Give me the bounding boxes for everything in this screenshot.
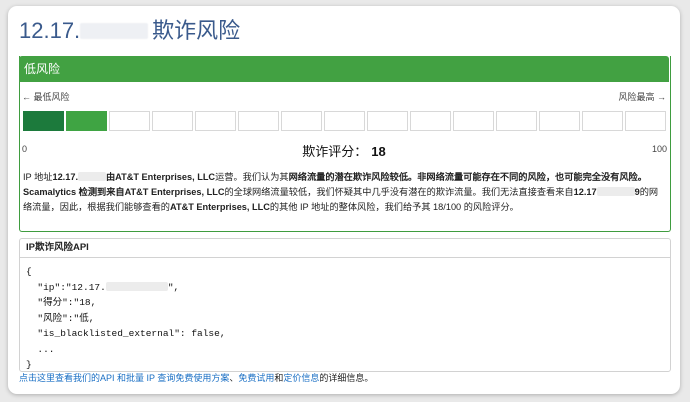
scale-left-label: ← 最低风险 bbox=[22, 92, 70, 102]
title-ip-prefix: 12.17. bbox=[19, 18, 81, 43]
redacted-ip-mask bbox=[596, 187, 635, 196]
redacted-ip-mask bbox=[105, 281, 168, 291]
risk-meter-segment bbox=[582, 111, 623, 131]
risk-meter-segment bbox=[324, 111, 365, 131]
desc-text: 的其他 IP 地址的整体风险，我们给予其 18/100 的风险评分。 bbox=[269, 202, 519, 212]
desc-text: 运营。我们认为其 bbox=[215, 172, 289, 182]
desc-text: 的全球网络流量较低，我们怀疑其中几乎没有潜在的欺诈流量。我们无法直接查看来自 bbox=[224, 187, 574, 197]
risk-meter-segment bbox=[453, 111, 494, 131]
code-line: } bbox=[26, 359, 32, 370]
fraud-score-value: 18 bbox=[371, 144, 386, 159]
risk-meter-segment bbox=[238, 111, 279, 131]
code-line: { bbox=[26, 266, 32, 277]
api-json-sample: { "ip":"12.17. ", "得分":"18, "风险":"低, "is_… bbox=[26, 264, 656, 373]
page-title: 12.17. 欺诈风险 bbox=[19, 16, 240, 46]
risk-level-header: 低风险 bbox=[19, 56, 669, 82]
fraud-score-label: 欺诈评分： bbox=[302, 144, 368, 159]
api-plans-link[interactable]: 点击这里查看我们的API 和批量 IP 查询免费使用方案 bbox=[19, 373, 229, 383]
redacted-ip-mask bbox=[80, 23, 149, 39]
code-line: ", bbox=[167, 281, 180, 293]
risk-description: IP 地址12.17. 由AT&T Enterprises, LLC运营。我们认为… bbox=[23, 170, 663, 215]
risk-scale-labels: ← 最低风险 风险最高 → bbox=[22, 90, 666, 104]
risk-meter-segment bbox=[539, 111, 580, 131]
risk-meter-segment bbox=[281, 111, 322, 131]
api-heading: IP欺诈风险API bbox=[20, 239, 670, 258]
desc-bold: 网络流量的潜在欺诈风险较低。非网络流量可能存在不同的风险，也可能完全没有风险。 bbox=[288, 172, 647, 182]
footer-text: 的详细信息。 bbox=[319, 373, 374, 383]
risk-meter-segment bbox=[367, 111, 408, 131]
risk-meter-segment bbox=[410, 111, 451, 131]
risk-card: 12.17. 欺诈风险 低风险 ← 最低风险 风险最高 → 0 100 欺诈评分：… bbox=[8, 6, 680, 394]
desc-isp: AT&T Enterprises, LLC bbox=[170, 202, 270, 212]
redacted-ip-mask bbox=[78, 172, 106, 181]
api-box: IP欺诈风险API { "ip":"12.17. ", "得分":"18, "风险… bbox=[19, 238, 671, 372]
code-line: "ip":"12.17. bbox=[26, 281, 106, 293]
risk-meter-segment bbox=[195, 111, 236, 131]
desc-isp: 由AT&T Enterprises, LLC bbox=[106, 172, 216, 182]
pricing-link[interactable]: 定价信息 bbox=[283, 373, 319, 383]
desc-ip: 12.17 bbox=[573, 187, 597, 197]
desc-bold: Scamalytics 检测到来自AT&T Enterprises, LLC bbox=[23, 187, 225, 197]
risk-meter-segment bbox=[66, 111, 107, 131]
risk-meter-segment bbox=[152, 111, 193, 131]
code-line: ... bbox=[26, 343, 55, 355]
risk-meter-segment bbox=[496, 111, 537, 131]
free-trial-link[interactable]: 免费试用 bbox=[238, 373, 274, 383]
risk-meter-segment bbox=[109, 111, 150, 131]
title-suffix: 欺诈风险 bbox=[152, 18, 241, 43]
risk-meter-segment bbox=[23, 111, 64, 131]
scale-right-label: 风险最高 → bbox=[618, 92, 666, 102]
code-line: "is_blacklisted_external": false, bbox=[26, 328, 226, 339]
desc-ip: 12.17. bbox=[52, 172, 78, 182]
risk-meter bbox=[23, 111, 666, 131]
api-info-footer: 点击这里查看我们的API 和批量 IP 查询免费使用方案、免费试用和定价信息的详… bbox=[19, 371, 669, 385]
desc-text: IP 地址 bbox=[23, 172, 53, 182]
code-line: "得分":"18, bbox=[26, 297, 97, 308]
risk-meter-segment bbox=[625, 111, 666, 131]
code-line: "风险":"低, bbox=[26, 312, 95, 324]
fraud-score: 欺诈评分： 18 bbox=[8, 141, 680, 160]
